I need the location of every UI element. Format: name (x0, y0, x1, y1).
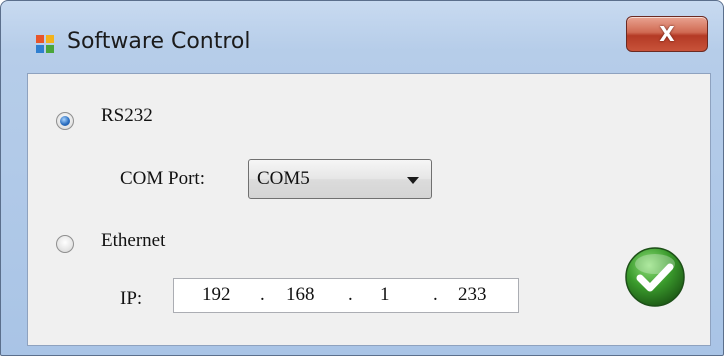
com-port-dropdown[interactable]: COM5 (248, 159, 432, 199)
com-port-value: COM5 (257, 168, 310, 189)
close-icon: X (659, 22, 675, 46)
ip-octet-2[interactable]: 168 (286, 284, 315, 306)
ip-separator: . (260, 284, 265, 305)
checkmark-icon (625, 247, 685, 307)
com-port-label: COM Port: (120, 168, 205, 189)
ip-octet-3[interactable]: 1 (380, 284, 390, 306)
software-control-window: Software Control X RS232 COM Port: COM5 … (0, 0, 724, 356)
close-button[interactable]: X (626, 16, 708, 52)
ethernet-label: Ethernet (101, 230, 166, 251)
ok-button[interactable] (624, 246, 686, 308)
ip-octet-4[interactable]: 233 (458, 284, 487, 306)
rs232-label: RS232 (101, 105, 153, 126)
ethernet-radio[interactable] (56, 235, 74, 253)
window-title: Software Control (67, 29, 251, 54)
app-window-icon (35, 34, 55, 54)
ip-label: IP: (120, 288, 143, 309)
dialog-body: RS232 COM Port: COM5 Ethernet IP: 192 . … (27, 73, 711, 346)
ip-separator: . (348, 284, 353, 305)
rs232-radio[interactable] (56, 112, 74, 130)
chevron-down-icon (407, 177, 419, 184)
ip-separator: . (433, 284, 438, 305)
ip-octet-1[interactable]: 192 (202, 284, 231, 306)
title-bar: Software Control X (1, 1, 723, 73)
ip-address-field[interactable]: 192 . 168 . 1 . 233 (173, 278, 519, 313)
